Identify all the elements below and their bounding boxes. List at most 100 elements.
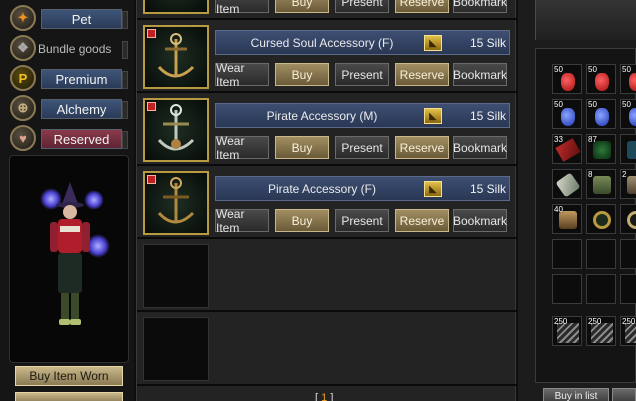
bookmark-button[interactable]: Bookmark [453,136,507,159]
wear-item-button[interactable]: Wear Item [215,134,269,162]
category-alchemy[interactable]: ⊕ Alchemy [10,95,128,121]
inventory-slot[interactable] [586,239,616,269]
inventory-slot[interactable]: 50 [552,64,582,94]
bookmark-button[interactable]: Bookmark [453,0,507,13]
mp-potion-icon [595,108,609,126]
hp-potion-icon [629,73,636,91]
item-thumbnail[interactable] [143,98,209,162]
reserve-button[interactable]: Reserve [395,136,449,159]
silk-coin-icon: ◣ [424,108,442,124]
buy-button[interactable]: Buy [275,136,329,159]
item-icon [593,176,611,194]
inventory-slot[interactable]: 250 [586,316,616,346]
category-label: Alchemy [41,99,122,119]
row-divider [137,384,517,386]
inventory-slot[interactable]: 33 [552,134,582,164]
category-reserved[interactable]: ♥ Reserved [10,125,128,151]
buy-in-list-button[interactable]: Buy in list [543,388,609,401]
inventory-slot[interactable]: 50 [586,99,616,129]
inventory-slot[interactable] [620,134,636,164]
inventory-slot[interactable]: 40 [552,204,582,234]
inventory-slot[interactable]: 50 [620,64,636,94]
inventory-slot[interactable]: 50 [586,64,616,94]
inventory-slot[interactable] [552,169,582,199]
current-page[interactable]: 1 [321,392,327,401]
inventory-slot[interactable] [552,274,582,304]
empty-thumbnail [143,244,209,308]
silk-coin-icon: ◣ [424,181,442,197]
category-label: Reserved [41,129,122,149]
wear-item-button[interactable]: Wear Item [215,0,269,16]
buy-button[interactable]: Buy [275,0,329,13]
hp-potion-icon [595,73,609,91]
inventory-slot[interactable] [586,204,616,234]
buy-item-worn-button[interactable]: Buy Item Worn [15,366,123,386]
bookmark-button[interactable]: Bookmark [453,209,507,232]
item-thumbnail[interactable] [143,0,209,14]
reserve-button[interactable]: Reserve [395,209,449,232]
category-tab [122,71,128,89]
reserve-button[interactable]: Reserve [395,63,449,86]
character-preview[interactable] [9,155,129,363]
inventory-header [535,0,636,40]
wear-item-button[interactable]: Wear Item [215,207,269,235]
buy-button[interactable]: Buy [275,63,329,86]
bookmark-button[interactable]: Bookmark [453,63,507,86]
anchor-accessory-icon [593,211,611,229]
item-price: 15 Silk [469,36,506,50]
buy-button[interactable]: Buy [275,209,329,232]
inventory-slot[interactable] [552,239,582,269]
category-bundle-goods[interactable]: ❖ Bundle goods [10,35,128,61]
row-divider [137,237,517,239]
character-figure-icon [50,182,90,325]
inventory-slot[interactable]: 50 [552,99,582,129]
inventory-slot[interactable] [586,274,616,304]
paw-icon: ✦ [10,5,36,31]
new-badge-icon [147,102,156,111]
item-thumbnail[interactable] [143,25,209,89]
inventory-slot[interactable]: 250 [552,316,582,346]
inventory-slot[interactable] [620,204,636,234]
category-label: Pet [41,9,122,29]
pagination[interactable]: [ 1 ] [315,392,333,401]
inventory-slot[interactable] [620,239,636,269]
row-divider [137,91,517,93]
inventory-panel: 50 50 50 50 50 50 33 87 8 2 40 250 250 2… [518,0,636,401]
inventory-slot[interactable]: 250 [620,316,636,346]
alchemy-icon: ⊕ [10,95,36,121]
category-pet[interactable]: ✦ Pet [10,5,128,31]
category-label: Premium [41,69,122,89]
row-divider [137,310,517,312]
inventory-slot[interactable]: 50 [620,99,636,129]
wear-item-button[interactable]: Wear Item [215,61,269,89]
item-name-bar: Pirate Accessory (M) ◣ 15 Silk [215,103,510,128]
item-icon [627,211,636,229]
lower-button[interactable] [15,392,123,401]
arrows-icon [591,323,613,343]
item-name-bar: Cursed Soul Accessory (F) ◣ 15 Silk [215,30,510,55]
inventory-extra-button[interactable] [612,388,636,401]
item-name: Pirate Accessory (M) [266,109,378,123]
new-badge-icon [147,29,156,38]
inventory-slot[interactable]: 2 [620,169,636,199]
category-tab [122,101,128,119]
return-scroll-icon [555,172,581,198]
inventory-slot[interactable]: 8 [586,169,616,199]
category-premium[interactable]: P Premium [10,65,128,91]
item-thumbnail[interactable] [143,171,209,235]
reserve-button[interactable]: Reserve [395,0,449,13]
new-badge-icon [147,175,156,184]
inventory-slot[interactable] [620,274,636,304]
inventory-slot[interactable]: 87 [586,134,616,164]
arrows-icon [557,323,579,343]
row-divider [137,18,517,20]
present-button[interactable]: Present [335,209,389,232]
item-icon [627,141,636,159]
present-button[interactable]: Present [335,63,389,86]
present-button[interactable]: Present [335,0,389,13]
item-list-panel: Wear Item Buy Present Reserve Bookmark C… [136,0,517,401]
present-button[interactable]: Present [335,136,389,159]
row-divider [137,164,517,166]
category-tab [122,41,128,59]
mp-potion-icon [561,108,575,126]
